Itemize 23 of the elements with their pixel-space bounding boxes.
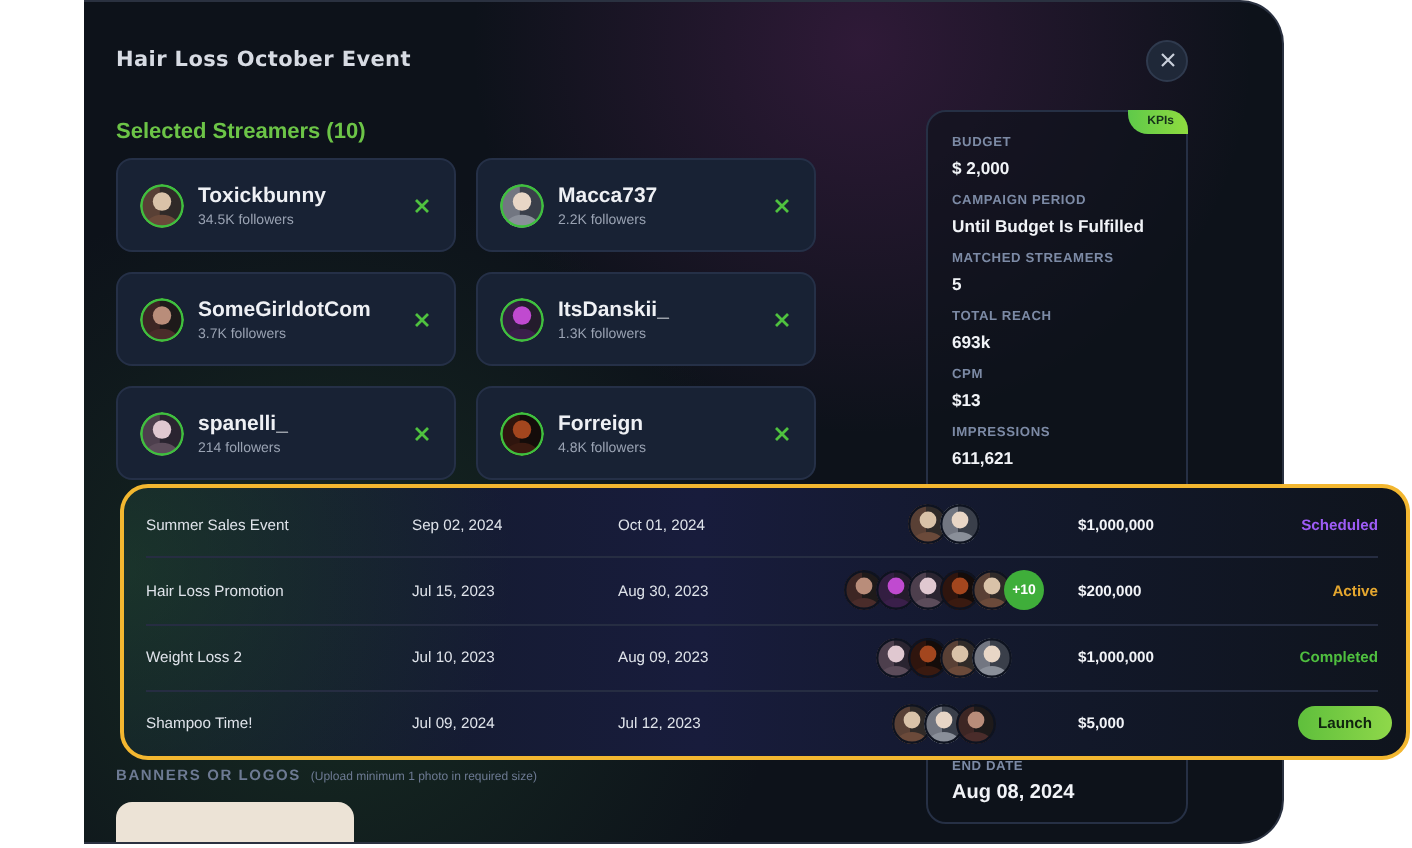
close-button[interactable] xyxy=(1146,39,1188,81)
kpi-value: $13 xyxy=(952,390,983,410)
close-icon xyxy=(1159,52,1175,68)
remove-icon[interactable] xyxy=(774,197,790,213)
kpi-value: 5 xyxy=(952,274,964,294)
streamer-name: spanelli_ xyxy=(198,411,290,435)
modal-title: Hair Loss October Event xyxy=(116,48,411,72)
kpi-value: Aug 08, 2024 xyxy=(952,782,1077,804)
remove-icon[interactable] xyxy=(414,425,430,441)
streamer-name: SomeGirldotCom xyxy=(198,297,373,321)
remove-icon[interactable] xyxy=(414,197,430,213)
kpi-value: 693k xyxy=(952,332,993,352)
remove-icon[interactable] xyxy=(414,311,430,327)
section-heading: Selected Streamers (10) xyxy=(116,120,368,144)
remove-icon[interactable] xyxy=(774,425,790,441)
streamer-name: Toxickbunny xyxy=(198,183,328,207)
kpi-value: Until Budget Is Fulfilled xyxy=(952,216,1146,236)
kpi-value: 611,621 xyxy=(952,448,1016,468)
streamer-name: Macca737 xyxy=(558,183,660,207)
kpi-value: $ 2,000 xyxy=(952,158,1012,178)
streamer-name: Forreign xyxy=(558,411,646,435)
streamer-name: ItsDanskii_ xyxy=(558,297,671,321)
remove-icon[interactable] xyxy=(774,311,790,327)
